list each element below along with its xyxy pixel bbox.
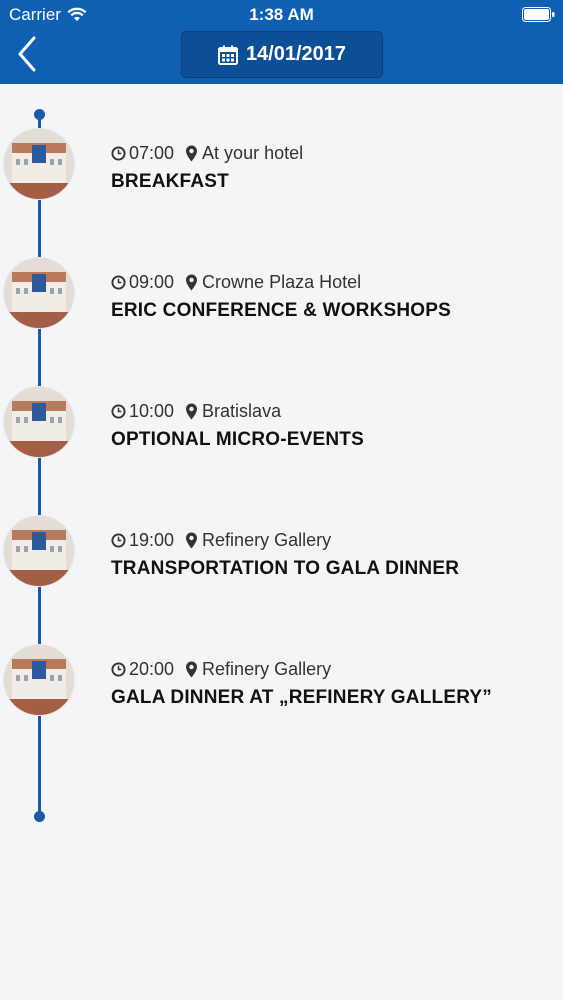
event-meta: 19:00 Refinery Gallery [111, 528, 331, 552]
event-title: ERIC CONFERENCE & WORKSHOPS [111, 300, 452, 321]
event-item[interactable]: 20:00 Refinery Gallery GALA DINNER AT „R… [0, 645, 563, 737]
location-pin-icon [186, 532, 198, 548]
location-pin-icon [186, 661, 198, 677]
event-title: TRANSPORTATION TO GALA DINNER [111, 558, 460, 579]
event-location: Bratislava [202, 400, 282, 421]
back-button[interactable] [12, 34, 48, 74]
event-meta: 20:00 Refinery Gallery [111, 657, 331, 681]
event-item[interactable]: 07:00 At your hotel BREAKFAST [0, 129, 563, 221]
event-location: Refinery Gallery [202, 529, 332, 550]
event-thumbnail [4, 258, 74, 328]
event-title: BREAKFAST [111, 171, 229, 192]
event-time: 20:00 [129, 658, 175, 679]
event-item[interactable]: 19:00 Refinery Gallery TRANSPORTATION TO… [0, 516, 563, 608]
timeline-end-dot [34, 811, 45, 822]
event-title: GALA DINNER AT „REFINERY GALLERY” [111, 687, 492, 708]
event-thumbnail [4, 645, 74, 715]
timeline-start-dot [34, 109, 45, 120]
event-thumbnail [4, 387, 74, 457]
event-meta: 09:00 Crowne Plaza Hotel [111, 270, 361, 294]
location-pin-icon [186, 274, 198, 290]
clock-icon [111, 661, 126, 677]
castle-image [4, 645, 74, 715]
clock-icon [111, 403, 126, 419]
battery-icon [522, 7, 555, 22]
castle-image [4, 258, 74, 328]
event-time: 10:00 [129, 400, 175, 421]
nav-header: Carrier 1:38 AM 14/01/2017 [0, 0, 563, 84]
event-time: 19:00 [129, 529, 175, 550]
date-picker-button[interactable]: 14/01/2017 [181, 31, 383, 78]
castle-image [4, 387, 74, 457]
event-meta: 07:00 At your hotel [111, 141, 303, 165]
clock-icon [111, 532, 126, 548]
event-item[interactable]: 10:00 Bratislava OPTIONAL MICRO-EVENTS [0, 387, 563, 479]
status-bar: Carrier 1:38 AM [0, 0, 563, 30]
event-title: OPTIONAL MICRO-EVENTS [111, 429, 364, 450]
status-time: 1:38 AM [249, 5, 314, 24]
location-pin-icon [186, 403, 198, 419]
event-time: 09:00 [129, 271, 175, 292]
clock-icon [111, 145, 126, 161]
chevron-left-icon [18, 36, 36, 72]
castle-image [4, 516, 74, 586]
calendar-icon [217, 45, 238, 65]
event-location: Crowne Plaza Hotel [202, 271, 362, 292]
event-thumbnail [4, 129, 74, 199]
clock-icon [111, 274, 126, 290]
selected-date: 14/01/2017 [245, 43, 347, 65]
event-location: At your hotel [202, 142, 304, 163]
event-location: Refinery Gallery [202, 658, 332, 679]
castle-image [4, 129, 74, 199]
event-item[interactable]: 09:00 Crowne Plaza Hotel ERIC CONFERENCE… [0, 258, 563, 350]
event-meta: 10:00 Bratislava [111, 399, 281, 423]
location-pin-icon [186, 145, 198, 161]
event-thumbnail [4, 516, 74, 586]
event-time: 07:00 [129, 142, 175, 163]
